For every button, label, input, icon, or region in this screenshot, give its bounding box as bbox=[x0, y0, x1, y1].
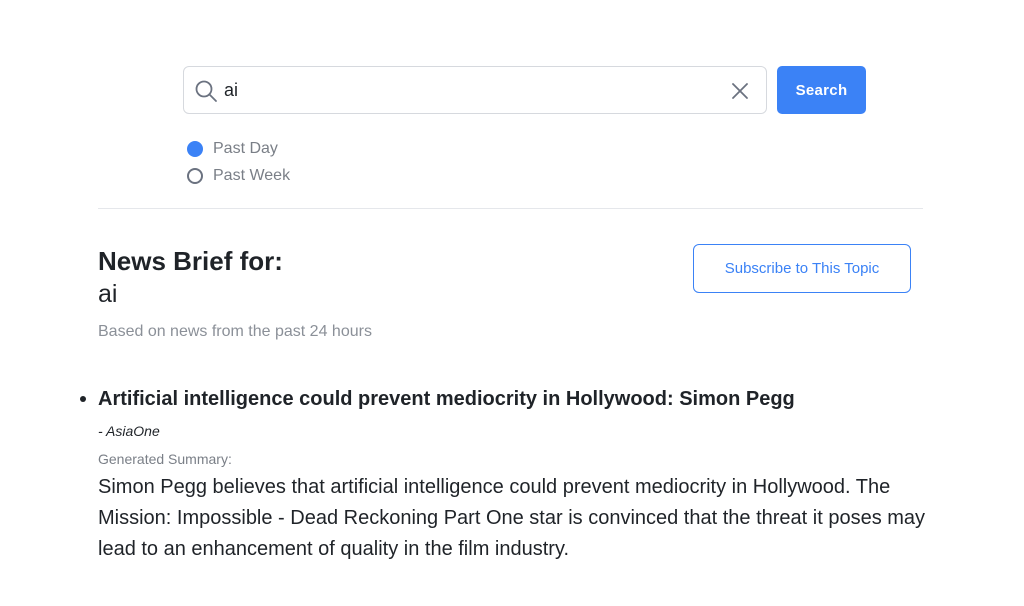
radio-past-week[interactable]: Past Week bbox=[187, 162, 290, 189]
brief-topic: ai bbox=[98, 280, 118, 308]
radio-unchecked-icon[interactable] bbox=[187, 167, 203, 184]
radio-label-past-week: Past Week bbox=[213, 166, 291, 184]
radio-label-past-day: Past Day bbox=[213, 139, 278, 157]
divider bbox=[98, 208, 923, 209]
list-item: Artificial intelligence could prevent me… bbox=[80, 386, 928, 565]
article-source: - AsiaOne bbox=[98, 423, 160, 439]
brief-title: News Brief for: bbox=[98, 246, 283, 276]
summary-text: Simon Pegg believes that artificial inte… bbox=[98, 476, 926, 560]
article-title-link[interactable]: Artificial intelligence could prevent me… bbox=[98, 386, 928, 412]
brief-subtitle: Based on news from the past 24 hours bbox=[98, 323, 372, 340]
bullet-icon bbox=[80, 396, 86, 402]
time-filter-group: Past Day Past Week bbox=[187, 135, 290, 189]
radio-past-day[interactable]: Past Day bbox=[187, 135, 290, 162]
page: Search Past Day Past Week News Brief for… bbox=[0, 0, 1024, 606]
close-icon[interactable] bbox=[730, 81, 750, 101]
search-button[interactable]: Search bbox=[777, 66, 866, 114]
search-row: Search bbox=[183, 66, 866, 114]
search-icon bbox=[195, 80, 217, 102]
summary-label: Generated Summary: bbox=[98, 451, 232, 467]
radio-checked-icon[interactable] bbox=[187, 140, 203, 157]
subscribe-button[interactable]: Subscribe to This Topic bbox=[693, 244, 911, 293]
search-box[interactable] bbox=[183, 66, 767, 114]
search-input[interactable] bbox=[224, 67, 704, 113]
